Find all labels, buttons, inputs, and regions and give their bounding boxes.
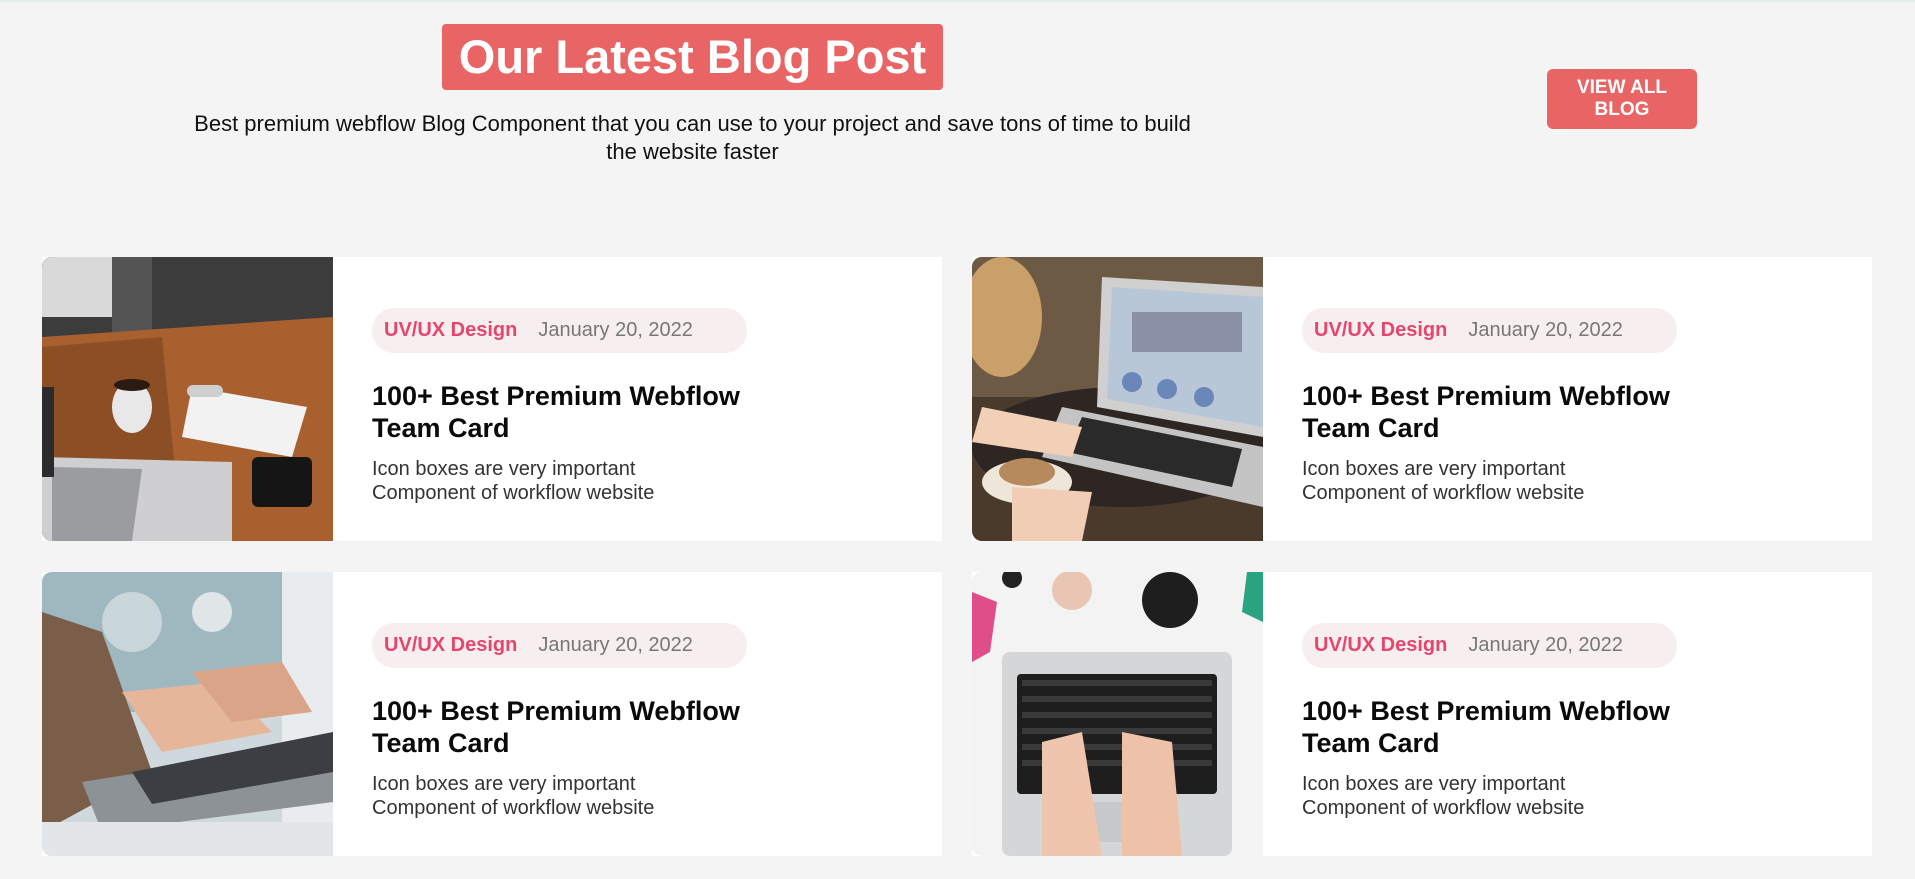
- post-date: January 20, 2022: [1468, 634, 1623, 656]
- post-category[interactable]: UV/UX Design: [1314, 319, 1447, 342]
- post-category[interactable]: UV/UX Design: [1314, 634, 1447, 657]
- post-thumbnail[interactable]: [42, 572, 333, 856]
- post-title[interactable]: 100+ Best Premium Webflow Team Card: [1302, 695, 1722, 759]
- post-meta: UV/UX Design January 20, 2022: [1302, 623, 1677, 668]
- post-title[interactable]: 100+ Best Premium Webflow Team Card: [1302, 380, 1722, 444]
- post-date: January 20, 2022: [1468, 319, 1623, 341]
- post-category[interactable]: UV/UX Design: [384, 634, 517, 657]
- section-subtitle: Best premium webflow Blog Component that…: [194, 111, 1191, 164]
- post-thumbnail[interactable]: [42, 257, 333, 541]
- top-divider: [0, 0, 1915, 2]
- blog-card[interactable]: UV/UX Design January 20, 2022 100+ Best …: [42, 257, 942, 541]
- post-date: January 20, 2022: [538, 634, 693, 656]
- post-description: Icon boxes are very important Component …: [1302, 773, 1585, 819]
- post-thumbnail[interactable]: [972, 257, 1263, 541]
- top-view-laptop-typing-photo: [972, 572, 1263, 856]
- blog-card[interactable]: UV/UX Design January 20, 2022 100+ Best …: [42, 572, 942, 856]
- section-title: Our Latest Blog Post: [442, 24, 943, 90]
- post-meta: UV/UX Design January 20, 2022: [1302, 308, 1677, 353]
- post-description: Icon boxes are very important Component …: [372, 773, 655, 819]
- post-title[interactable]: 100+ Best Premium Webflow Team Card: [372, 380, 792, 444]
- post-thumbnail[interactable]: [972, 572, 1263, 856]
- post-description: Icon boxes are very important Component …: [1302, 458, 1585, 504]
- blog-card[interactable]: UV/UX Design January 20, 2022 100+ Best …: [972, 257, 1872, 541]
- hands-typing-on-laptop-photo: [42, 572, 333, 856]
- view-all-blog-button[interactable]: VIEW ALL BLOG: [1547, 69, 1697, 129]
- post-date: January 20, 2022: [538, 319, 693, 341]
- post-category[interactable]: UV/UX Design: [384, 319, 517, 342]
- post-meta: UV/UX Design January 20, 2022: [372, 308, 747, 353]
- post-title[interactable]: 100+ Best Premium Webflow Team Card: [372, 695, 792, 759]
- post-description: Icon boxes are very important Component …: [372, 458, 655, 504]
- post-meta: UV/UX Design January 20, 2022: [372, 623, 747, 668]
- desk-with-laptop-and-mug-photo: [42, 257, 333, 541]
- laptop-with-blog-screen-photo: [972, 257, 1263, 541]
- blog-card[interactable]: UV/UX Design January 20, 2022 100+ Best …: [972, 572, 1872, 856]
